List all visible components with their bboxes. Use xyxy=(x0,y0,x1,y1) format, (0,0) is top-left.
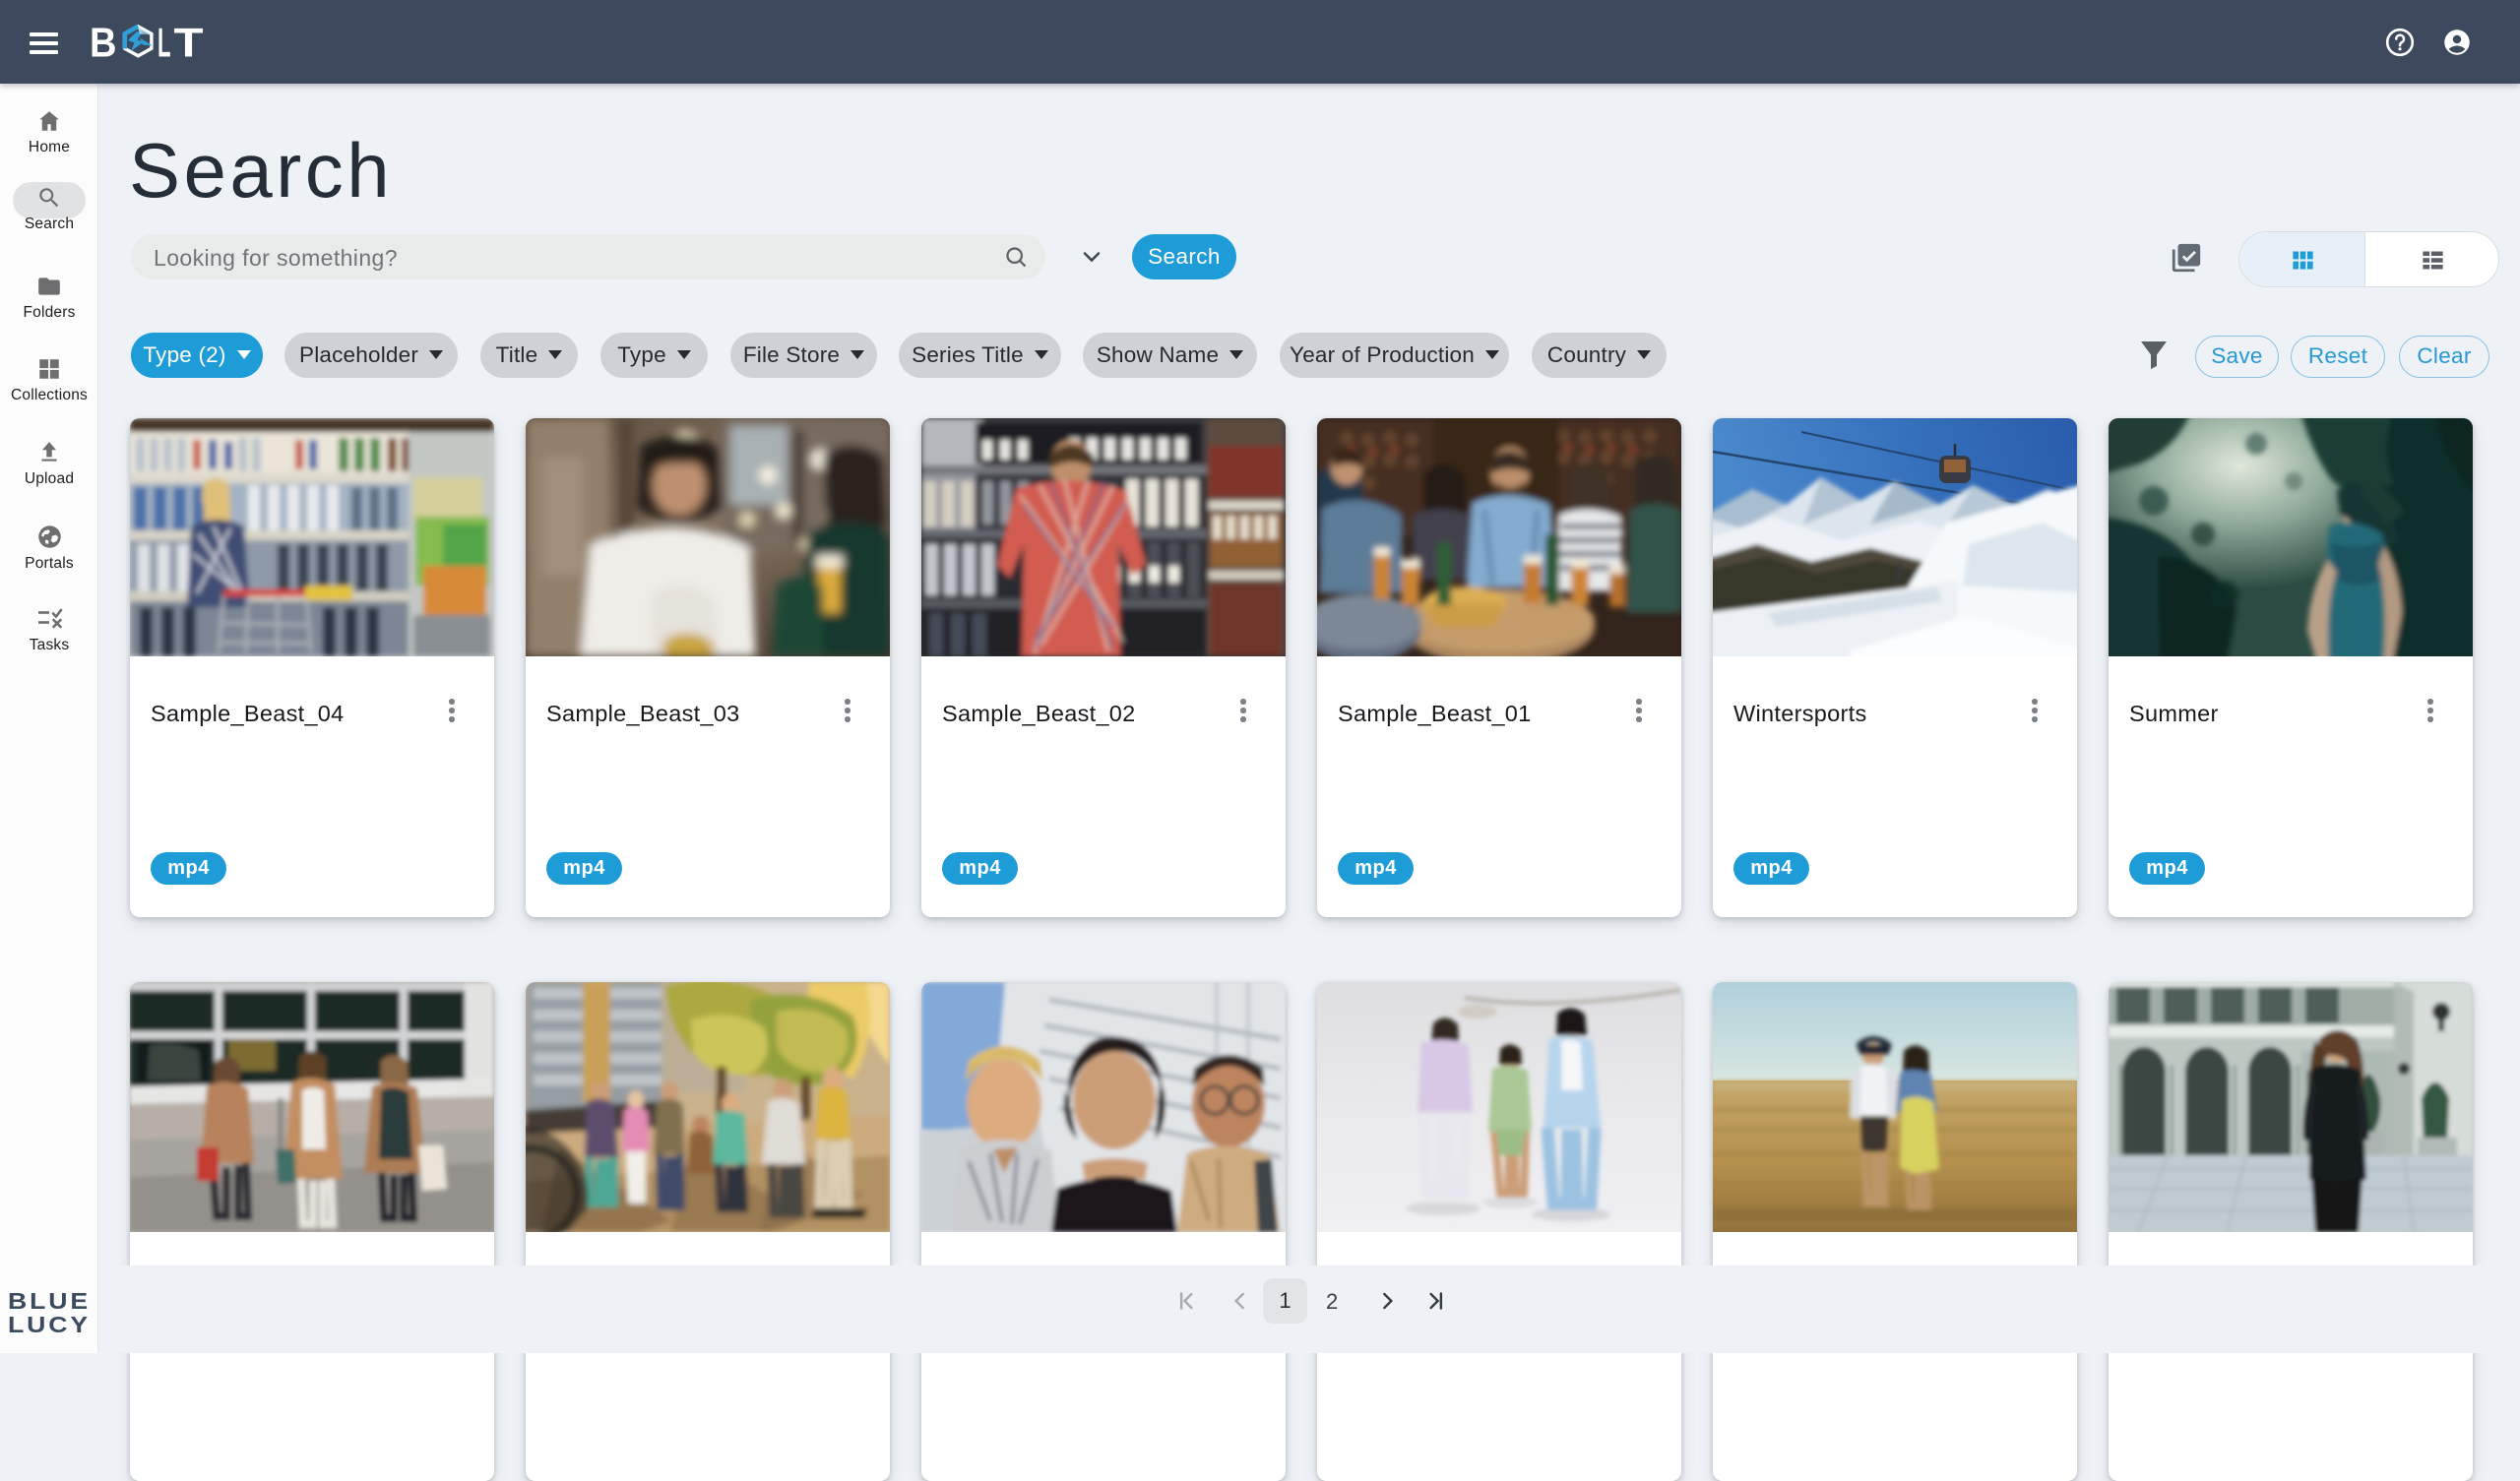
svg-text:BLUE: BLUE xyxy=(8,1291,91,1314)
svg-text:B: B xyxy=(90,21,117,66)
svg-text:T: T xyxy=(174,21,204,66)
svg-text:L: L xyxy=(158,21,171,66)
svg-text:LUCY: LUCY xyxy=(8,1312,91,1336)
